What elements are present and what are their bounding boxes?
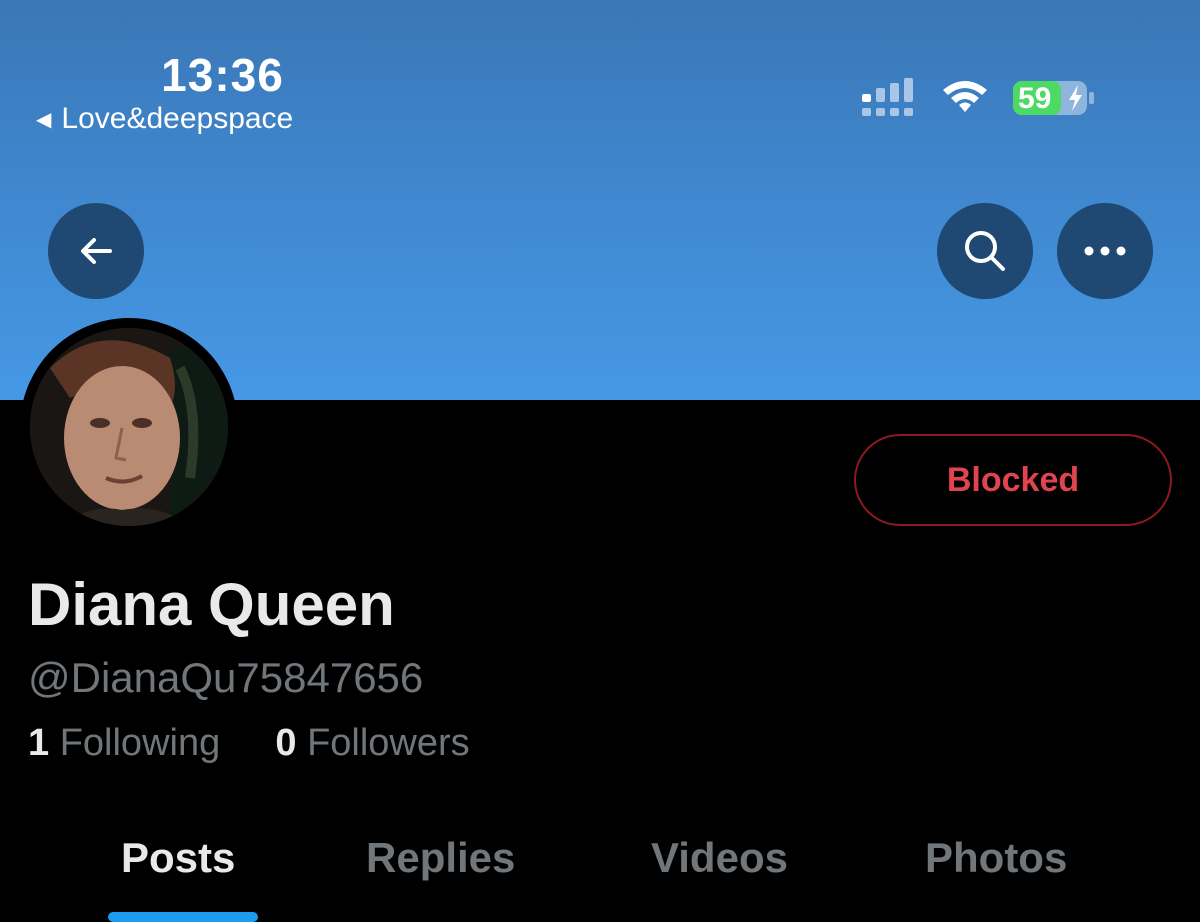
search-icon: [965, 231, 1005, 271]
following-label: Following: [59, 722, 221, 764]
profile-tabs: Posts Replies Videos Photos: [0, 826, 1200, 922]
follow-stats: 1 Following 0 Followers: [28, 722, 470, 765]
back-app-label: Love&deepspace: [61, 102, 294, 135]
blocked-button[interactable]: Blocked: [854, 434, 1172, 526]
battery-indicator: 59: [1012, 80, 1096, 116]
profile-name: Diana Queen: [28, 571, 395, 638]
tab-posts[interactable]: Posts: [121, 834, 235, 882]
avatar-portrait-icon: [30, 328, 228, 526]
tab-replies[interactable]: Replies: [366, 834, 515, 882]
profile-avatar[interactable]: [20, 318, 238, 536]
arrow-left-icon: [81, 238, 112, 264]
followers-link[interactable]: 0 Followers: [275, 722, 469, 764]
back-triangle-icon: ◀: [36, 108, 52, 131]
cellular-signal-icon: [862, 78, 913, 116]
more-options-button[interactable]: [1057, 203, 1153, 299]
battery-level: 59: [1018, 82, 1052, 115]
tab-photos[interactable]: Photos: [925, 834, 1067, 882]
followers-count: 0: [275, 722, 297, 764]
profile-handle: @DianaQu75847656: [28, 654, 424, 701]
back-button[interactable]: [48, 203, 144, 299]
more-horizontal-icon: [1084, 246, 1126, 256]
followers-label: Followers: [307, 722, 470, 764]
following-link[interactable]: 1 Following: [28, 722, 231, 764]
following-count: 1: [28, 722, 50, 764]
back-to-app-link[interactable]: ◀ Love&deepspace: [36, 102, 293, 136]
wifi-icon: [943, 81, 987, 112]
search-button[interactable]: [937, 203, 1033, 299]
avatar-image: [30, 328, 228, 526]
status-time: 13:36: [161, 49, 284, 101]
tab-videos[interactable]: Videos: [651, 834, 788, 882]
active-tab-indicator: [108, 912, 258, 922]
